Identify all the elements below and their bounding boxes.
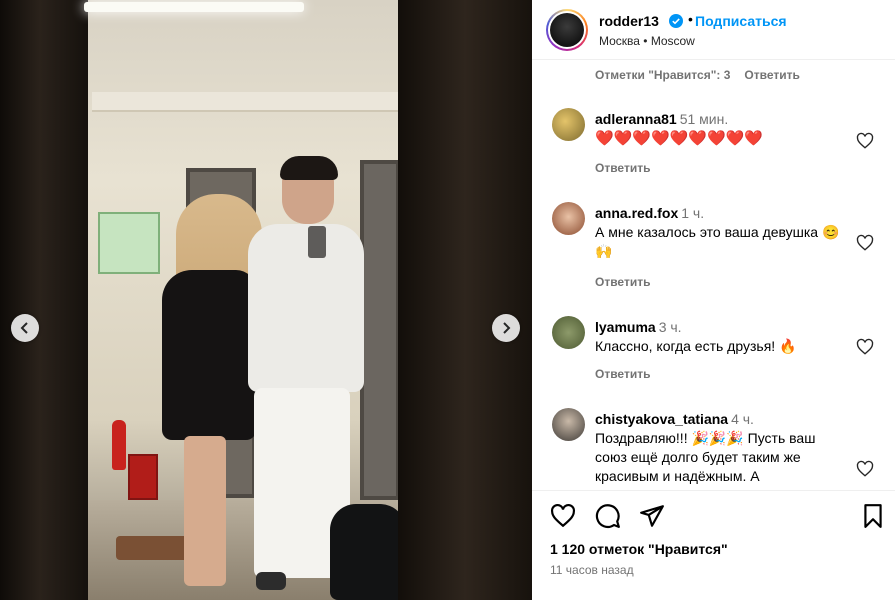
man-shirt: [248, 224, 364, 392]
comment-body: lyamuma 3 ч. Классно, когда есть друзья! …: [595, 318, 850, 356]
comment-text: Поздравляю!!! 🎉🎉🎉 Пусть ваш союз ещё дол…: [595, 430, 816, 484]
post-timestamp[interactable]: 11 часов назад: [550, 563, 634, 577]
chevron-left-icon: [20, 322, 28, 334]
avatar[interactable]: [552, 108, 585, 141]
reply-button[interactable]: Ответить: [595, 367, 650, 381]
next-image-button[interactable]: [492, 314, 520, 342]
comment-likes-count[interactable]: Отметки "Нравится": 3: [595, 68, 730, 82]
follow-button[interactable]: Подписаться: [695, 13, 787, 29]
woman-legs: [184, 436, 226, 586]
comment-text: Классно, когда есть друзья! 🔥: [595, 338, 797, 354]
door: [360, 160, 400, 500]
phone: [308, 226, 326, 258]
verified-badge-icon: [669, 14, 683, 28]
reply-button[interactable]: Ответить: [595, 275, 650, 289]
backpack: [330, 504, 406, 600]
avatar[interactable]: [552, 202, 585, 235]
comment-time: 51 мин.: [679, 111, 729, 127]
comment-body: chistyakova_tatiana 4 ч. Поздравляю!!! 🎉🎉…: [595, 410, 850, 486]
comment-time: 3 ч.: [658, 319, 682, 335]
likes-count[interactable]: 1 120 отметок "Нравится": [550, 541, 728, 557]
heart-icon[interactable]: [856, 132, 874, 150]
username-link[interactable]: rodder13: [599, 13, 659, 29]
bookmark-icon[interactable]: [860, 503, 886, 529]
post-header: rodder13 • Подписаться Москва • Moscow: [532, 0, 895, 60]
comments-list[interactable]: Отметки "Нравится": 3 Ответить adleranna…: [532, 60, 895, 490]
comment-username[interactable]: chistyakova_tatiana: [595, 411, 728, 427]
post-sidebar: rodder13 • Подписаться Москва • Moscow О…: [532, 0, 895, 600]
comment-body: anna.red.fox 1 ч. А мне казалось это ваша…: [595, 204, 850, 261]
separator: •: [688, 11, 693, 27]
mirror-frame-left: [0, 0, 88, 600]
avatar[interactable]: [546, 9, 588, 51]
reply-button[interactable]: Ответить: [744, 68, 799, 82]
comment-meta: Отметки "Нравится": 3 Ответить: [595, 68, 800, 82]
avatar[interactable]: [552, 408, 585, 441]
comment-body: adleranna81 51 мин. ❤️❤️❤️❤️❤️❤️❤️❤️❤️: [595, 110, 850, 148]
comment-icon[interactable]: [595, 503, 621, 529]
evacuation-sign: [98, 212, 160, 274]
post-actions: 1 120 отметок "Нравится" 11 часов назад: [532, 490, 895, 600]
ceiling-lamp: [84, 2, 304, 12]
comment-time: 1 ч.: [681, 205, 705, 221]
heart-icon[interactable]: [856, 234, 874, 252]
heart-icon[interactable]: [856, 338, 874, 356]
comment-username[interactable]: anna.red.fox: [595, 205, 678, 221]
comment-time: 4 ч.: [731, 411, 754, 427]
heart-icon[interactable]: [856, 460, 874, 478]
fire-hose-box: [128, 454, 158, 500]
comment-username[interactable]: lyamuma: [595, 319, 656, 335]
mirror-frame-right: [398, 0, 532, 600]
heart-icon[interactable]: [550, 503, 576, 529]
wall-trim: [92, 92, 398, 112]
share-icon[interactable]: [639, 503, 665, 529]
chevron-right-icon: [503, 322, 511, 334]
post-image: [0, 0, 532, 600]
comment-text: А мне казалось это ваша девушка 😊🙌: [595, 224, 840, 259]
woman-dress: [162, 270, 256, 440]
location-link[interactable]: Москва • Moscow: [599, 34, 695, 48]
reply-button[interactable]: Ответить: [595, 161, 650, 175]
man-hair: [280, 156, 338, 180]
comment-text: ❤️❤️❤️❤️❤️❤️❤️❤️❤️: [595, 130, 764, 147]
comment-username[interactable]: adleranna81: [595, 111, 677, 127]
avatar[interactable]: [552, 316, 585, 349]
fire-extinguisher: [112, 420, 126, 470]
shoe: [256, 572, 286, 590]
previous-image-button[interactable]: [11, 314, 39, 342]
